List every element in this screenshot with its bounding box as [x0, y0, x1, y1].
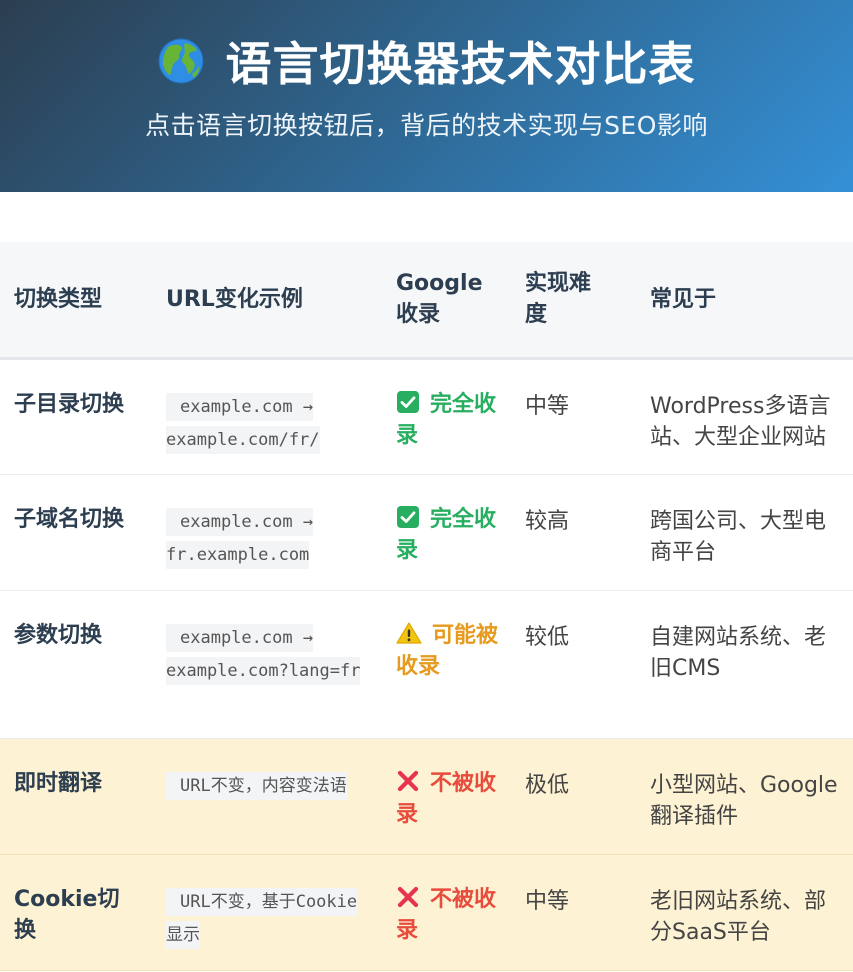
column-header-type: 切换类型: [0, 242, 153, 360]
url-example-code: example.com → example.com?lang=fr: [166, 623, 361, 685]
difficulty-cell: 极低: [513, 738, 638, 855]
difficulty-cell: 较低: [513, 590, 638, 739]
cross-icon: [397, 770, 419, 791]
page-header: 语言切换器技术对比表 点击语言切换按钮后，背后的技术实现与SEO影响: [0, 0, 853, 192]
title-row: 语言切换器技术对比表: [0, 30, 853, 92]
url-example-cell: URL不变，内容变法语: [153, 738, 384, 855]
globe-icon: [158, 38, 203, 84]
index-status-cell: 可能被收录: [384, 590, 513, 739]
difficulty-cell: 中等: [513, 358, 638, 475]
index-status-cell: 不被收录: [384, 854, 513, 971]
column-header-difficulty: 实现难度: [513, 242, 638, 360]
index-status-cell: 完全收录: [384, 358, 513, 475]
table-row: 即时翻译 URL不变，内容变法语 不被收录 极低 小型网站、Google翻译插件: [0, 738, 853, 855]
comparison-table: 切换类型 URL变化示例 Google收录 实现难度 常见于 子目录切换 exa…: [0, 242, 853, 971]
check-icon: [397, 390, 419, 413]
switch-type-cell: 子目录切换: [0, 358, 153, 475]
url-example-code: URL不变，基于Cookie显示: [166, 887, 358, 949]
table-row: 子域名切换 example.com → fr.example.com 完全收录 …: [0, 474, 853, 591]
common-usage-cell: 小型网站、Google翻译插件: [638, 738, 853, 855]
url-example-code: URL不变，内容变法语: [166, 771, 347, 800]
common-usage-cell: 自建网站系统、老旧CMS: [638, 590, 853, 739]
check-icon: [397, 505, 419, 528]
warning-icon: [396, 621, 422, 644]
column-header-index: Google收录: [384, 242, 513, 360]
switch-type-cell: Cookie切换: [0, 854, 153, 971]
common-usage-cell: 跨国公司、大型电商平台: [638, 474, 853, 591]
page-title: 语言切换器技术对比表: [225, 37, 696, 91]
page-subtitle: 点击语言切换按钮后，背后的技术实现与SEO影响: [145, 111, 708, 140]
table-row: 子目录切换 example.com → example.com/fr/ 完全收录…: [0, 358, 853, 475]
url-example-code: example.com → example.com/fr/: [166, 392, 320, 454]
table-header-row: 切换类型 URL变化示例 Google收录 实现难度 常见于: [0, 242, 853, 360]
index-status-cell: 不被收录: [384, 738, 513, 855]
switch-type-cell: 子域名切换: [0, 474, 153, 591]
table-row: Cookie切换 URL不变，基于Cookie显示 不被收录 中等 老旧网站系统…: [0, 854, 853, 971]
difficulty-cell: 中等: [513, 854, 638, 971]
table-row: 参数切换 example.com → example.com?lang=fr 可…: [0, 590, 853, 739]
common-usage-cell: WordPress多语言站、大型企业网站: [638, 358, 853, 475]
common-usage-cell: 老旧网站系统、部分SaaS平台: [638, 854, 853, 971]
url-example-cell: URL不变，基于Cookie显示: [153, 854, 384, 971]
switch-type-cell: 参数切换: [0, 590, 153, 739]
url-example-cell: example.com → fr.example.com: [153, 474, 384, 591]
url-example-cell: example.com → example.com?lang=fr: [153, 590, 384, 739]
url-example-code: example.com → fr.example.com: [166, 507, 314, 569]
column-header-common: 常见于: [638, 242, 853, 360]
difficulty-cell: 较高: [513, 474, 638, 591]
column-header-url: URL变化示例: [153, 242, 384, 360]
cross-icon: [397, 886, 419, 907]
index-status-cell: 完全收录: [384, 474, 513, 591]
url-example-cell: example.com → example.com/fr/: [153, 358, 384, 475]
switch-type-cell: 即时翻译: [0, 738, 153, 855]
